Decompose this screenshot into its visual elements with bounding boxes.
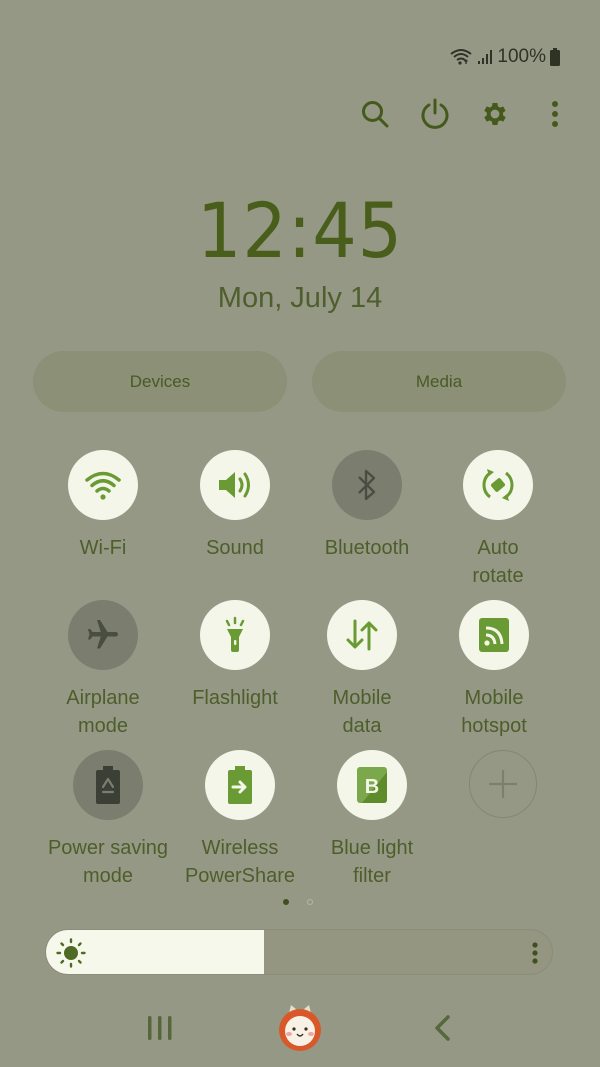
tile-label: Auto rotate (472, 537, 524, 587)
power-icon (421, 98, 449, 129)
more-options-button[interactable] (525, 94, 585, 134)
wifi-icon (449, 48, 473, 66)
battery-text: 100% (497, 46, 546, 67)
search-button[interactable] (345, 94, 405, 134)
devices-label: Devices (129, 371, 191, 391)
clock-time[interactable]: 12:45 (24, 186, 576, 275)
plus-icon (489, 770, 517, 798)
clock-date[interactable]: Mon, July 14 (0, 282, 600, 315)
svg-text:B: B (365, 776, 379, 798)
tile-label: Power saving mode (47, 837, 169, 887)
recents-icon (148, 1015, 172, 1040)
hotspot-toggle[interactable] (459, 600, 529, 670)
tile-sound: Sound (165, 450, 305, 562)
power-saving-toggle[interactable] (73, 750, 143, 820)
sound-toggle[interactable] (200, 450, 270, 520)
wireless-powershare-toggle[interactable] (205, 750, 275, 820)
tile-label: Wi-Fi (79, 537, 127, 559)
battery-full-icon (550, 48, 560, 66)
tile-power-saving: Power saving mode (38, 750, 178, 890)
top-actions (345, 94, 585, 134)
tile-auto-rotate: Auto rotate (428, 450, 568, 590)
status-bar: 100% (449, 46, 560, 68)
auto-rotate-icon (482, 469, 514, 501)
flashlight-toggle[interactable] (200, 600, 270, 670)
recents-button[interactable] (130, 1000, 190, 1055)
tile-wireless-powershare: Wireless PowerShare (170, 750, 310, 890)
blue-light-filter-toggle[interactable]: B (337, 750, 407, 820)
add-tile-button[interactable] (469, 750, 537, 818)
page-dot-inactive[interactable] (307, 899, 313, 905)
tile-wifi: Wi-Fi (33, 450, 173, 562)
tile-label: Flashlight (192, 687, 278, 709)
brightness-slider[interactable] (45, 929, 553, 975)
media-label: Media (415, 371, 463, 391)
blue-light-filter-icon: B (357, 767, 387, 803)
back-icon (435, 1014, 450, 1041)
airplane-toggle[interactable] (68, 600, 138, 670)
bluetooth-icon (358, 469, 376, 501)
tile-label: Blue light filter (330, 837, 414, 887)
power-button[interactable] (405, 94, 465, 134)
hotspot-icon (479, 618, 509, 652)
page-indicator (283, 899, 313, 905)
tile-flashlight: Flashlight (165, 600, 305, 712)
tile-airplane: Airplane mode (33, 600, 173, 740)
tile-label: Mobile hotspot (461, 687, 527, 737)
tile-add (433, 750, 573, 818)
page-dot-active[interactable] (283, 899, 289, 905)
mobile-data-icon (346, 619, 378, 651)
gear-icon (484, 103, 506, 125)
auto-rotate-toggle[interactable] (463, 450, 533, 520)
settings-button[interactable] (465, 94, 525, 134)
more-vertical-icon (552, 101, 558, 127)
mobile-data-toggle[interactable] (327, 600, 397, 670)
tile-label: Mobile data (332, 687, 392, 737)
wifi-toggle[interactable] (68, 450, 138, 520)
more-vertical-icon[interactable] (530, 941, 540, 965)
tile-bluetooth: Bluetooth (297, 450, 437, 562)
wireless-powershare-icon (228, 766, 252, 804)
home-mascot-icon (279, 1004, 321, 1051)
tile-blue-light-filter: B Blue light filter (302, 750, 442, 890)
sun-icon (56, 938, 86, 968)
power-saving-icon (96, 766, 120, 804)
airplane-icon (88, 620, 118, 649)
back-button[interactable] (412, 1000, 472, 1055)
media-button[interactable]: Media (312, 351, 566, 412)
wifi-icon (85, 471, 121, 500)
devices-button[interactable]: Devices (33, 351, 287, 412)
search-icon (362, 101, 389, 128)
home-button[interactable] (270, 1000, 330, 1055)
signal-icon (477, 49, 493, 65)
sound-icon (219, 472, 250, 498)
tile-label: Sound (206, 537, 264, 559)
tile-label: Bluetooth (324, 537, 410, 559)
tile-mobile-hotspot: Mobile hotspot (424, 600, 564, 740)
navigation-bar (0, 1000, 600, 1055)
bluetooth-toggle[interactable] (332, 450, 402, 520)
tile-mobile-data: Mobile data (292, 600, 432, 740)
flashlight-icon (225, 616, 245, 652)
tile-label: Airplane mode (66, 687, 140, 737)
tile-label: Wireless PowerShare (184, 837, 296, 887)
